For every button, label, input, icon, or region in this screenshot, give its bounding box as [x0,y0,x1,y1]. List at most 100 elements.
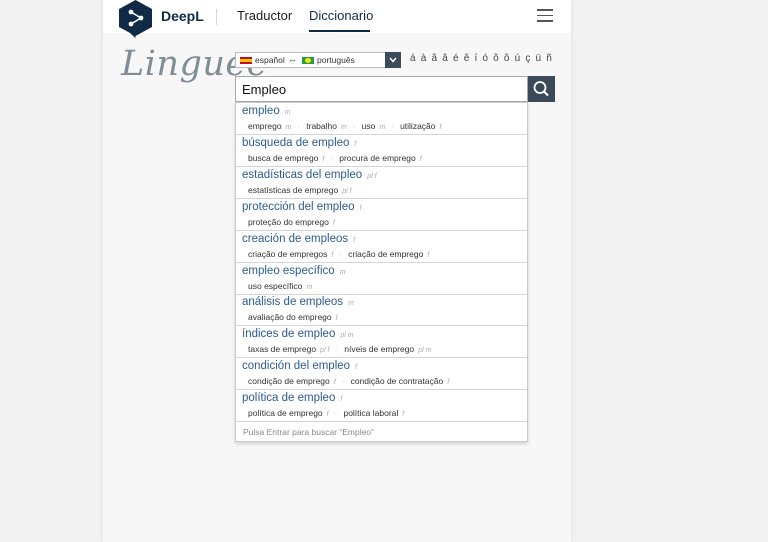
spain-flag-icon [240,57,252,64]
suggestion-item[interactable]: creación de empleos f criação de empregos f… [236,231,527,263]
chevron-down-icon[interactable] [385,52,401,68]
term-text: estadísticas del empleo [242,168,363,181]
translation-gender: f [402,411,405,419]
search-icon [533,81,549,97]
translation-gender: pl m [418,347,432,355]
translation-gender: m [306,283,313,291]
suggestion-item[interactable]: análisis de empleos m avaliação do emprego… [236,294,527,327]
translation-text: taxas de emprego [248,344,317,355]
translation-text: procura de emprego [339,152,416,163]
separator-dot: · [341,376,345,387]
suggestion-term: política de empleo f [242,392,342,404]
search-hint: Pulsa Entrar para buscar “Empleo” [243,427,374,437]
language-pair-selector[interactable]: español ↔ português [235,52,401,68]
term-text: análisis de empleos [242,296,344,309]
suggestion-translations: uso específico m [248,281,312,291]
translation-gender: pl f [342,187,352,195]
translation-gender: f [332,219,335,227]
grammatical-gender: f [353,236,356,244]
separator-dot: · [297,121,301,131]
term-text: condición del empleo [242,360,351,373]
translation-gender: f [335,315,338,323]
suggestion-translations: avaliação do emprego f [248,312,338,322]
translation-text: criação de empregos [248,248,328,259]
page-container: DeepL Traductor Diccionario Linguee espa… [103,0,571,542]
grammatical-gender: m [339,268,346,276]
source-language: español [255,55,285,65]
translation-gender: m [285,124,292,131]
search-input[interactable] [235,76,528,102]
translation-text: condição de contratação [350,376,444,387]
translation-text: proteção do emprego [248,216,329,227]
separator-dot: · [339,248,343,259]
translation-gender: f [322,155,325,163]
suggestion-translations: taxas de emprego pl f · níveis de emprego pl… [248,344,431,354]
suggestion-item[interactable]: índices de empleo pl m taxas de emprego pl … [236,326,527,359]
term-text: protección del empleo [242,200,355,213]
suggestion-term: estadísticas del empleo pl f [242,169,377,181]
brazil-flag-icon [302,57,314,64]
translation-text: uso específico [248,280,303,291]
target-language: português [317,55,355,65]
grammatical-gender: f [359,204,362,212]
term-text: política de empleo [242,392,336,405]
nav-tab-traductor[interactable]: Traductor [237,8,292,23]
suggestion-term: análisis de empleos m [242,296,354,308]
active-tab-indicator [309,30,370,32]
autocomplete-dropdown: Pulsa Entrar para buscar “Empleo” empleo… [235,102,528,442]
translation-gender: f [419,155,422,163]
translation-text: condição de emprego [248,376,330,387]
translation-text: avaliação do emprego [248,312,332,323]
grammatical-gender: m [284,109,291,116]
brand-name[interactable]: DeepL [161,8,204,24]
suggestion-translations: criação de empregos f · criação de emprego f [248,249,429,259]
hamburger-menu-icon[interactable] [537,9,553,22]
translation-gender: pl f [320,347,330,355]
term-text: empleo específico [242,264,335,277]
suggestion-item[interactable]: empleo m emprego m · trabalho m · uso m · utilizaçã… [236,103,527,135]
swap-arrow-icon: ↔ [288,54,297,64]
suggestion-translations: proteção do emprego f [248,217,335,227]
suggestion-item[interactable]: protección del empleo f proteção do empreg… [236,199,527,231]
suggestion-item[interactable]: política de empleo f política de emprego f ·… [236,390,527,423]
suggestion-translations: condição de emprego f · condição de contrat… [248,376,449,386]
term-text: creación de empleos [242,232,349,245]
suggestion-item[interactable]: condición del empleo f condição de emprego… [236,358,527,391]
term-text: empleo [242,105,280,117]
suggestion-item[interactable]: búsqueda de empleo f busca de emprego f · pro… [236,135,527,167]
grammatical-gender: f [355,364,357,372]
search-button[interactable] [528,76,555,102]
translation-text: criação de emprego [348,248,424,259]
deepl-logo-icon[interactable] [119,0,152,38]
suggestion-term: protección del empleo f [242,201,361,213]
translation-gender: m [340,124,347,131]
separator-dot: · [391,121,395,131]
translation-text: busca de emprego [248,152,319,163]
translation-gender: f [326,411,329,419]
suggestion-item[interactable]: empleo específico m uso específico m [236,263,527,295]
suggestion-translations: emprego m · trabalho m · uso m · utilização f [248,121,441,131]
nav-tab-diccionario[interactable]: Diccionario [309,8,373,23]
translation-text: emprego [248,121,282,131]
suggestion-term: empleo m [242,105,291,117]
accent-character-buttons[interactable]: á à ã â é ê í ó õ ô ú ç ü ñ [410,53,553,64]
term-text: búsqueda de empleo [242,136,350,149]
suggestion-term: índices de empleo pl m [242,328,354,340]
translation-gender: f [331,251,334,259]
suggestion-term: empleo específico m [242,265,346,277]
top-navigation-bar: DeepL Traductor Diccionario [103,0,571,38]
translation-gender: f [333,379,336,387]
grammatical-gender: pl m [340,332,354,340]
suggestion-translations: estatísticas de emprego pl f [248,185,352,195]
suggestion-term: búsqueda de empleo f [242,137,356,149]
grammatical-gender: pl f [367,172,377,180]
suggestion-item[interactable]: estadísticas del empleo pl f estatísticas … [236,167,527,199]
translation-text: política laboral [343,408,399,419]
translation-text: níveis de emprego [344,344,415,355]
separator-dot: · [335,344,339,355]
translation-gender: m [379,124,386,131]
separator-dot: · [330,152,334,163]
suggestion-term: creación de empleos f [242,233,355,245]
separator-dot: · [352,121,356,131]
translation-gender: f [439,124,442,131]
